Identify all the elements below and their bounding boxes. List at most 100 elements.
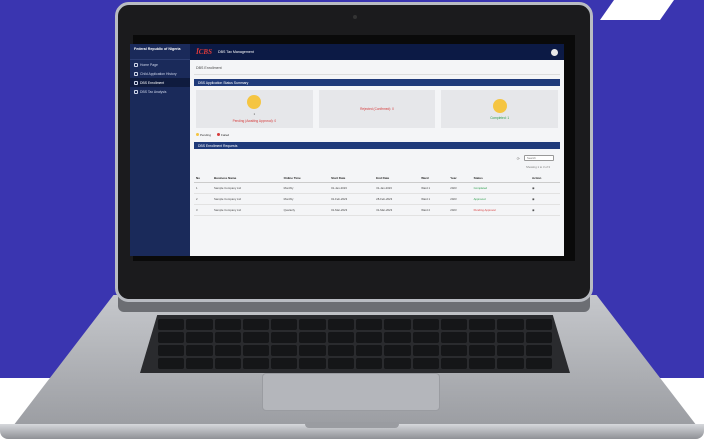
keyboard-key: [158, 332, 185, 343]
cell-no: 2: [194, 193, 212, 205]
keyboard-key: [469, 332, 496, 343]
keyboard-key: [469, 319, 496, 330]
keyboard-key: [158, 319, 185, 330]
home-icon: [134, 62, 138, 67]
sidebar-item-label: Home Page: [140, 62, 158, 67]
sidebar-item-label: Child Application History: [140, 71, 177, 76]
requests-section-header: DBS Enrollment Requests: [194, 142, 560, 149]
keyboard-key: [242, 332, 270, 343]
user-avatar[interactable]: [551, 48, 558, 56]
app-logo[interactable]: ĪCBS: [196, 48, 212, 56]
table-header-row: No Business Name Online Time Start Date …: [194, 174, 560, 183]
cell-name: Sample Company Ltd: [212, 204, 282, 216]
cell-year: 2023: [448, 182, 472, 194]
laptop-notch: [305, 422, 399, 428]
keyboard-key: [497, 319, 524, 330]
cell-ward: Ward 1: [419, 182, 449, 194]
col-header: Action: [529, 174, 560, 183]
sidebar-item-analysis[interactable]: DBS Tax Analysis: [130, 87, 190, 96]
view-icon[interactable]: ◉: [529, 193, 560, 205]
cell-year: 2023: [448, 204, 472, 216]
keyboard-key: [384, 358, 411, 369]
col-header: Status: [471, 174, 530, 183]
table-row[interactable]: 3 Sample Company Ltd Quarterly 01-Mar-20…: [194, 204, 560, 216]
keyboard-key: [525, 332, 552, 343]
keyboard-key: [412, 332, 439, 343]
keyboard-key: [299, 332, 326, 343]
keyboard-key: [525, 345, 552, 356]
search-input[interactable]: [524, 155, 554, 161]
requests-table: No Business Name Online Time Start Date …: [194, 174, 560, 216]
keyboard-key: [525, 358, 552, 369]
laptop-trackpad: [262, 373, 440, 411]
keyboard-key: [299, 358, 326, 369]
keyboard-key: [242, 345, 270, 356]
summary-section-header: DBS Application Status Summary: [194, 79, 560, 86]
status-circle: [492, 98, 507, 113]
cell-no: 1: [194, 182, 212, 194]
cell-time: Monthly: [281, 182, 330, 194]
sidebar-item-history[interactable]: Child Application History: [130, 69, 190, 78]
sidebar-item-home[interactable]: Home Page: [130, 60, 190, 69]
status-card-completed: Completed: 1: [441, 90, 559, 128]
status-cards: 1 Pending (Awaiting Approval): 0 Rejecte…: [194, 90, 560, 128]
cell-time: Quarterly: [281, 204, 330, 216]
keyboard-key: [469, 358, 496, 369]
col-header: Business Name: [212, 174, 282, 183]
cell-end: 31-Jan-2023: [374, 182, 420, 194]
keyboard-key: [186, 345, 213, 356]
keyboard-key: [440, 358, 468, 369]
keyboard-key: [356, 358, 383, 369]
keyboard-key: [440, 345, 468, 356]
keyboard-key: [440, 332, 468, 343]
laptop-screen: Federal Republic of Nigeria Home Page Ch…: [130, 44, 564, 256]
keyboard-key: [412, 345, 439, 356]
keyboard-key: [356, 319, 383, 330]
cell-name: Sample Company Ltd: [212, 193, 282, 205]
table-row[interactable]: 2 Sample Company Ltd Monthly 01-Feb-2023…: [194, 193, 560, 205]
keyboard-key: [158, 358, 185, 369]
legend-item-pending: Pending: [196, 133, 211, 137]
status-legend: Pending Failed: [194, 128, 560, 142]
col-header: No: [194, 174, 212, 183]
keyboard-key: [440, 319, 468, 330]
refresh-icon[interactable]: ⟳: [517, 156, 520, 161]
cell-no: 3: [194, 204, 212, 216]
keyboard-key: [186, 319, 213, 330]
keyboard-key: [327, 358, 354, 369]
webcam: [353, 15, 357, 19]
view-icon[interactable]: ◉: [529, 204, 560, 216]
sidebar: Federal Republic of Nigeria Home Page Ch…: [130, 44, 190, 256]
keyboard-key: [327, 319, 354, 330]
status-card-pending: 1 Pending (Awaiting Approval): 0: [196, 90, 313, 128]
card-label: Rejected (Confirmed): 0: [360, 107, 394, 111]
cell-start: 01-Jan-2023: [329, 182, 375, 194]
table-filter-info: Showing 1 to 3 of 3: [526, 165, 550, 169]
keyboard-key: [214, 345, 241, 356]
col-header: Online Time: [281, 174, 330, 183]
cell-start: 01-Mar-2023: [329, 204, 375, 216]
keyboard-key: [242, 319, 270, 330]
analysis-icon: [134, 89, 138, 94]
keyboard-key: [186, 358, 213, 369]
keyboard-key: [214, 319, 241, 330]
keyboard-key: [384, 332, 411, 343]
keyboard-key: [356, 345, 383, 356]
keyboard-key: [299, 345, 326, 356]
keyboard-key: [271, 345, 298, 356]
status-circle: [247, 95, 262, 109]
keyboard-key: [271, 319, 298, 330]
keyboard-key: [242, 358, 270, 369]
view-icon[interactable]: ◉: [529, 182, 560, 194]
keyboard-key: [186, 332, 213, 343]
keyboard-key: [525, 319, 552, 330]
cell-end: 31-Mar-2023: [374, 204, 420, 216]
app-name: DBS Tax Management: [217, 50, 254, 54]
table-toolbar: ⟳: [194, 153, 560, 163]
sidebar-item-enrollment[interactable]: DBS Enrollment: [130, 78, 190, 87]
laptop-keyboard: [140, 315, 570, 373]
cell-year: 2023: [448, 193, 472, 205]
keyboard-key: [497, 332, 524, 343]
table-row[interactable]: 1 Sample Company Ltd Monthly 01-Jan-2023…: [194, 182, 560, 194]
legend-item-failed: Failed: [217, 133, 229, 137]
